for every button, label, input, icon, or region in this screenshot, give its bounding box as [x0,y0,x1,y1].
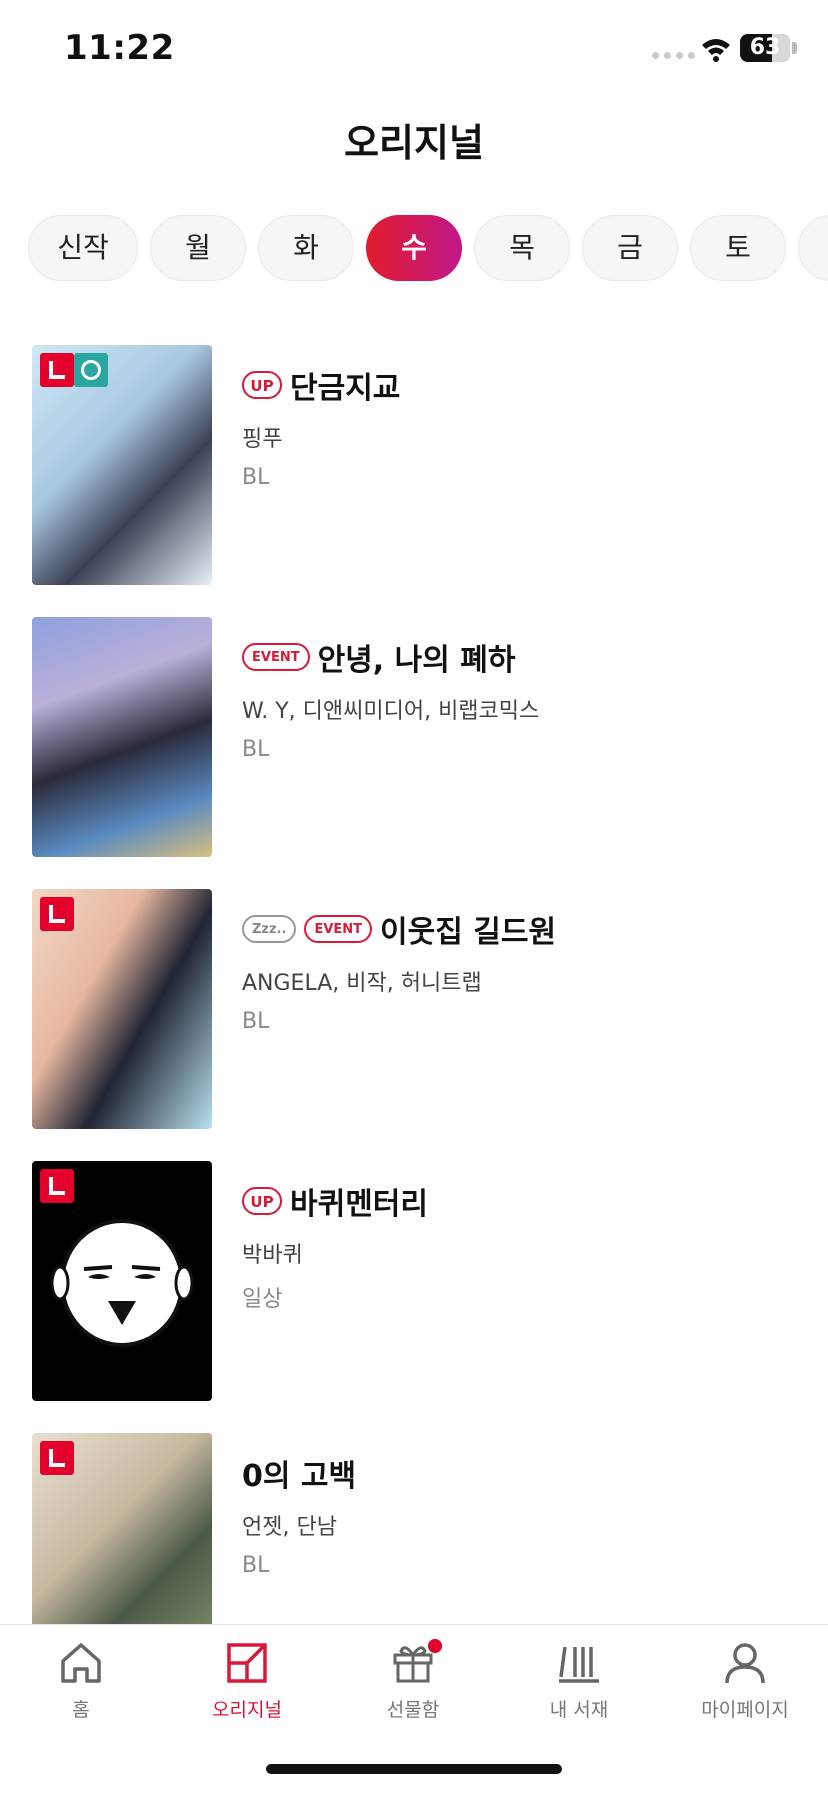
wifi-icon [702,39,730,62]
item-genre: BL [242,465,270,490]
list-item[interactable]: UP 바퀴멘터리 박바퀴 일상 [0,1161,828,1401]
cellular-signal-icon [652,52,695,59]
library-icon [559,1646,599,1683]
list-item[interactable]: UP 단금지교 핑푸 BL [0,345,828,585]
item-info: EVENT 안녕, 나의 폐하 W. Y, 디앤씨미디어, 비랩코믹스 BL [242,635,802,762]
item-genre: BL [242,1009,270,1034]
original-badge-icon [40,353,74,387]
nav-gift-box[interactable]: 선물함 [338,1639,488,1749]
status-bar: 11:22 63 [0,0,828,100]
original-badge-icon [40,1441,74,1475]
nav-label: 내 서재 [549,1699,609,1721]
profile-icon [725,1643,765,1684]
event-badge: EVENT [304,915,373,943]
item-author: 핑푸 [242,427,283,452]
battery-cap [792,42,797,54]
tab-fri[interactable]: 금 [582,215,678,281]
item-title: 바퀴멘터리 [290,1187,428,1222]
bald-face-illustration [50,1219,194,1347]
nav-label: 오리지널 [212,1699,282,1721]
item-info: UP 단금지교 핑푸 BL [242,363,802,490]
item-title: 단금지교 [290,371,401,406]
item-info: 0의 고백 언젯, 단남 BL [242,1451,802,1578]
item-title: 이웃집 길드원 [380,915,557,950]
nav-label: 홈 [72,1699,90,1721]
wait-free-clock-icon [74,353,108,387]
item-author: ANGELA, 비작, 허니트랩 [242,971,482,996]
battery-level: 63 [749,35,781,60]
original-badge-icon [40,897,74,931]
item-title: 안녕, 나의 폐하 [317,643,516,678]
nav-library[interactable]: 내 서재 [504,1639,654,1749]
nav-label: 마이페이지 [701,1699,789,1721]
originals-icon [227,1643,267,1683]
nav-originals[interactable]: 오리지널 [172,1639,322,1749]
list-item[interactable]: Zzz.. EVENT 이웃집 길드원 ANGELA, 비작, 허니트랩 BL [0,889,828,1129]
item-author: 언젯, 단남 [242,1515,337,1540]
home-indicator[interactable] [266,1764,562,1774]
tab-wed[interactable]: 수 [366,215,462,281]
home-icon [61,1643,101,1683]
tab-thu[interactable]: 목 [474,215,570,281]
cover-image [32,345,212,585]
nav-label: 선물함 [386,1699,440,1721]
cover-image [32,1161,212,1401]
cover-image [32,889,212,1129]
event-badge: EVENT [242,643,310,671]
day-tabs: 신작 월 화 수 목 금 토 [28,215,828,285]
tab-mon[interactable]: 월 [150,215,246,281]
item-info: UP 바퀴멘터리 박바퀴 일상 [242,1179,802,1313]
item-author: 박바퀴 [242,1243,303,1268]
status-time: 11:22 [64,28,175,68]
page-title: 오리지널 [344,121,484,165]
item-title: 0의 고백 [242,1459,357,1494]
tab-new[interactable]: 신작 [28,215,138,281]
up-badge: UP [242,371,282,399]
notification-dot [428,1639,442,1653]
item-author: W. Y, 디앤씨미디어, 비랩코믹스 [242,699,540,724]
item-genre: BL [242,737,270,762]
tab-sat[interactable]: 토 [690,215,786,281]
nav-my-page[interactable]: 마이페이지 [670,1639,820,1749]
tab-sun-partial[interactable] [798,215,828,281]
up-badge: UP [242,1187,282,1215]
item-genre: 일상 [242,1287,283,1312]
zzz-badge: Zzz.. [242,915,297,943]
cover-image [32,617,212,857]
item-genre: BL [242,1553,270,1578]
nav-home[interactable]: 홈 [6,1639,156,1749]
item-info: Zzz.. EVENT 이웃집 길드원 ANGELA, 비작, 허니트랩 BL [242,907,802,1034]
tab-tue[interactable]: 화 [258,215,354,281]
battery-icon: 63 [740,34,790,62]
list-item[interactable]: EVENT 안녕, 나의 폐하 W. Y, 디앤씨미디어, 비랩코믹스 BL [0,617,828,857]
